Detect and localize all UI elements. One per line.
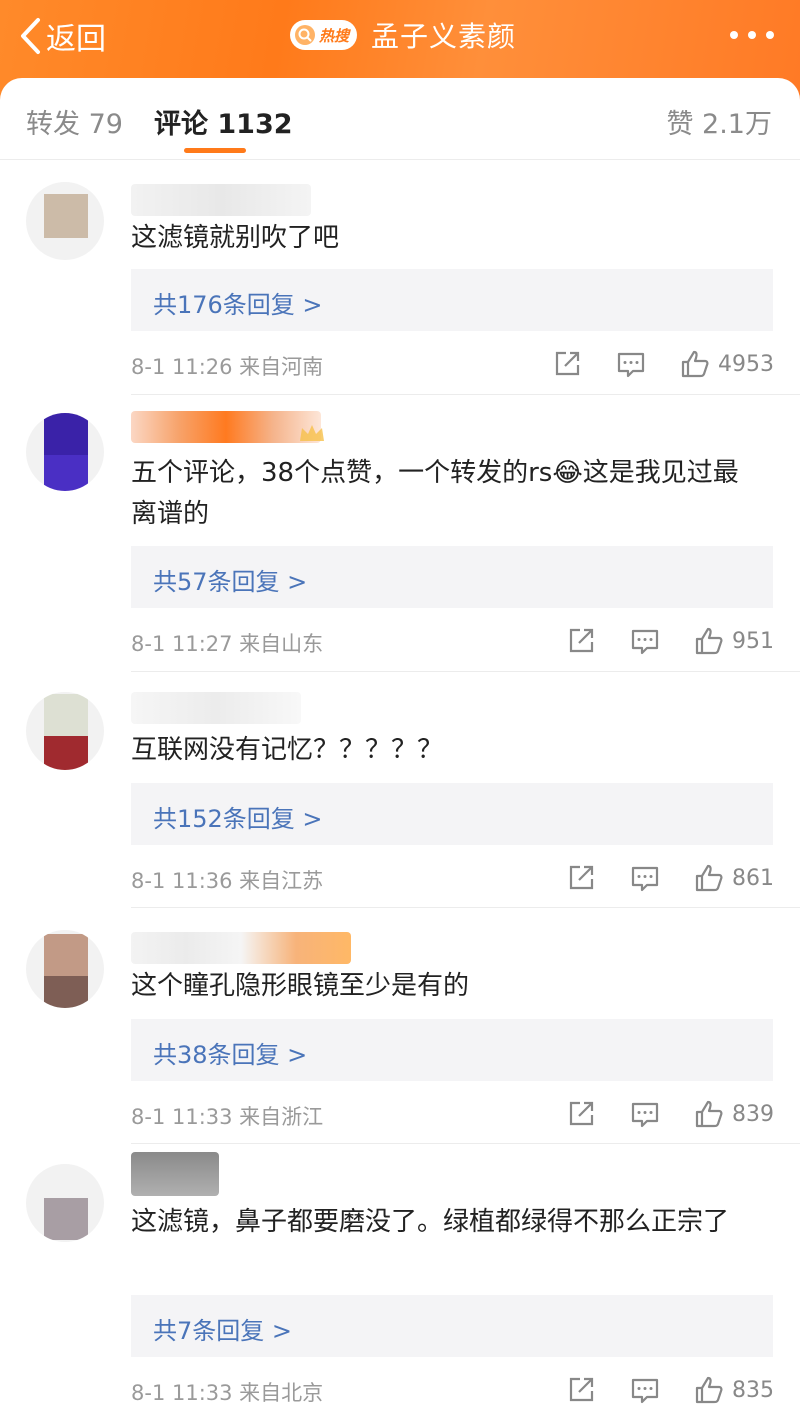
page-title-group: 热搜 孟子义素颜 (290, 14, 516, 56)
comment-meta: 8-1 11:36 来自江苏 (131, 869, 324, 893)
replies-button[interactable]: 共57条回复 > (131, 546, 773, 608)
dot-icon (748, 31, 756, 39)
replies-label: 共38条回复 > (153, 1041, 308, 1069)
avatar[interactable] (26, 182, 104, 260)
username-redacted[interactable] (131, 411, 321, 443)
comment-actions: 839 (566, 1097, 774, 1131)
comment-meta: 8-1 11:33 来自浙江 (131, 1105, 324, 1129)
comment-icon[interactable] (630, 1099, 660, 1129)
dot-icon (766, 31, 774, 39)
comment-icon[interactable] (630, 626, 660, 656)
like-count: 839 (732, 1101, 774, 1127)
comment-icon[interactable] (630, 1375, 660, 1405)
thumbs-up-icon[interactable] (694, 863, 724, 893)
comment-meta: 8-1 11:26 来自河南 (131, 355, 324, 379)
active-tab-indicator (184, 148, 246, 153)
replies-button[interactable]: 共7条回复 > (131, 1295, 773, 1357)
username-redacted[interactable] (131, 692, 301, 724)
avatar[interactable] (26, 1164, 104, 1242)
share-icon[interactable] (552, 349, 582, 379)
avatar[interactable] (26, 692, 104, 770)
username-redacted[interactable] (131, 1152, 219, 1196)
username-redacted[interactable] (131, 184, 311, 216)
comment-actions: 4953 (552, 347, 774, 381)
replies-button[interactable]: 共38条回复 > (131, 1019, 773, 1081)
replies-label: 共57条回复 > (153, 568, 308, 596)
replies-button[interactable]: 共176条回复 > (131, 269, 773, 331)
page-title: 孟子义素颜 (371, 20, 517, 53)
comment-actions: 951 (566, 624, 774, 658)
chevron-left-icon (21, 18, 40, 54)
thumbs-up-icon[interactable] (694, 1375, 724, 1405)
avatar[interactable] (26, 413, 104, 491)
replies-label: 共152条回复 > (153, 805, 323, 833)
comment-meta: 8-1 11:33 来自北京 (131, 1381, 324, 1405)
thumbs-up-icon[interactable] (694, 626, 724, 656)
comment-text: 互联网没有记忆？？？？？ (131, 735, 444, 765)
comment-item: 五个评论，38个点赞，一个转发的rs😂这是我见过最离谱的 共57条回复 > 8-… (0, 395, 800, 672)
avatar[interactable] (26, 930, 104, 1008)
replies-label: 共176条回复 > (153, 291, 323, 319)
tab-likes[interactable]: 赞 2.1万 (666, 102, 772, 141)
comment-meta: 8-1 11:27 来自山东 (131, 632, 324, 656)
like-count: 4953 (718, 351, 774, 377)
like-count: 861 (732, 865, 774, 891)
comment-text: 这滤镜，鼻子都要磨没了。绿植都绿得不那么正宗了 (131, 1207, 730, 1237)
comment-text: 这个瞳孔隐形眼镜至少是有的 (131, 971, 470, 1001)
share-icon[interactable] (566, 626, 596, 656)
comment-item: 这滤镜，鼻子都要磨没了。绿植都绿得不那么正宗了 共7条回复 > 8-1 11:3… (0, 1144, 800, 1415)
crown-icon (300, 425, 324, 441)
share-icon[interactable] (566, 863, 596, 893)
comment-item: 这滤镜就别吹了吧 共176条回复 > 8-1 11:26 来自河南 4953 (0, 160, 800, 395)
share-icon[interactable] (566, 1099, 596, 1129)
username-redacted[interactable] (131, 932, 351, 964)
dot-icon (730, 31, 738, 39)
more-options-button[interactable] (730, 24, 774, 46)
share-icon[interactable] (566, 1375, 596, 1405)
hot-search-badge[interactable]: 热搜 (290, 20, 358, 50)
like-count: 951 (732, 628, 774, 654)
replies-label: 共7条回复 > (153, 1317, 293, 1345)
comment-icon[interactable] (616, 349, 646, 379)
comment-actions: 835 (566, 1373, 774, 1407)
comment-icon[interactable] (630, 863, 660, 893)
back-label: 返回 (46, 22, 106, 57)
thumbs-up-icon[interactable] (694, 1099, 724, 1129)
like-count: 835 (732, 1377, 774, 1403)
back-button[interactable]: 返回 (18, 14, 106, 58)
comment-item: 这个瞳孔隐形眼镜至少是有的 共38条回复 > 8-1 11:33 来自浙江 83… (0, 908, 800, 1144)
tab-comments[interactable]: 评论 1132 (154, 102, 293, 141)
tab-repost[interactable]: 转发 79 (26, 102, 123, 141)
replies-button[interactable]: 共152条回复 > (131, 783, 773, 845)
comment-item: 互联网没有记忆？？？？？ 共152条回复 > 8-1 11:36 来自江苏 86… (0, 672, 800, 908)
comment-text: 五个评论，38个点赞，一个转发的rs😂这是我见过最离谱的 (131, 458, 739, 529)
hot-badge-label: 热搜 (319, 26, 350, 45)
tabs-bar: 转发 79 评论 1132 赞 2.1万 (0, 78, 800, 160)
thumbs-up-icon[interactable] (680, 349, 710, 379)
comment-text: 这滤镜就别吹了吧 (131, 223, 340, 253)
search-icon (295, 25, 315, 45)
comment-actions: 861 (566, 861, 774, 895)
